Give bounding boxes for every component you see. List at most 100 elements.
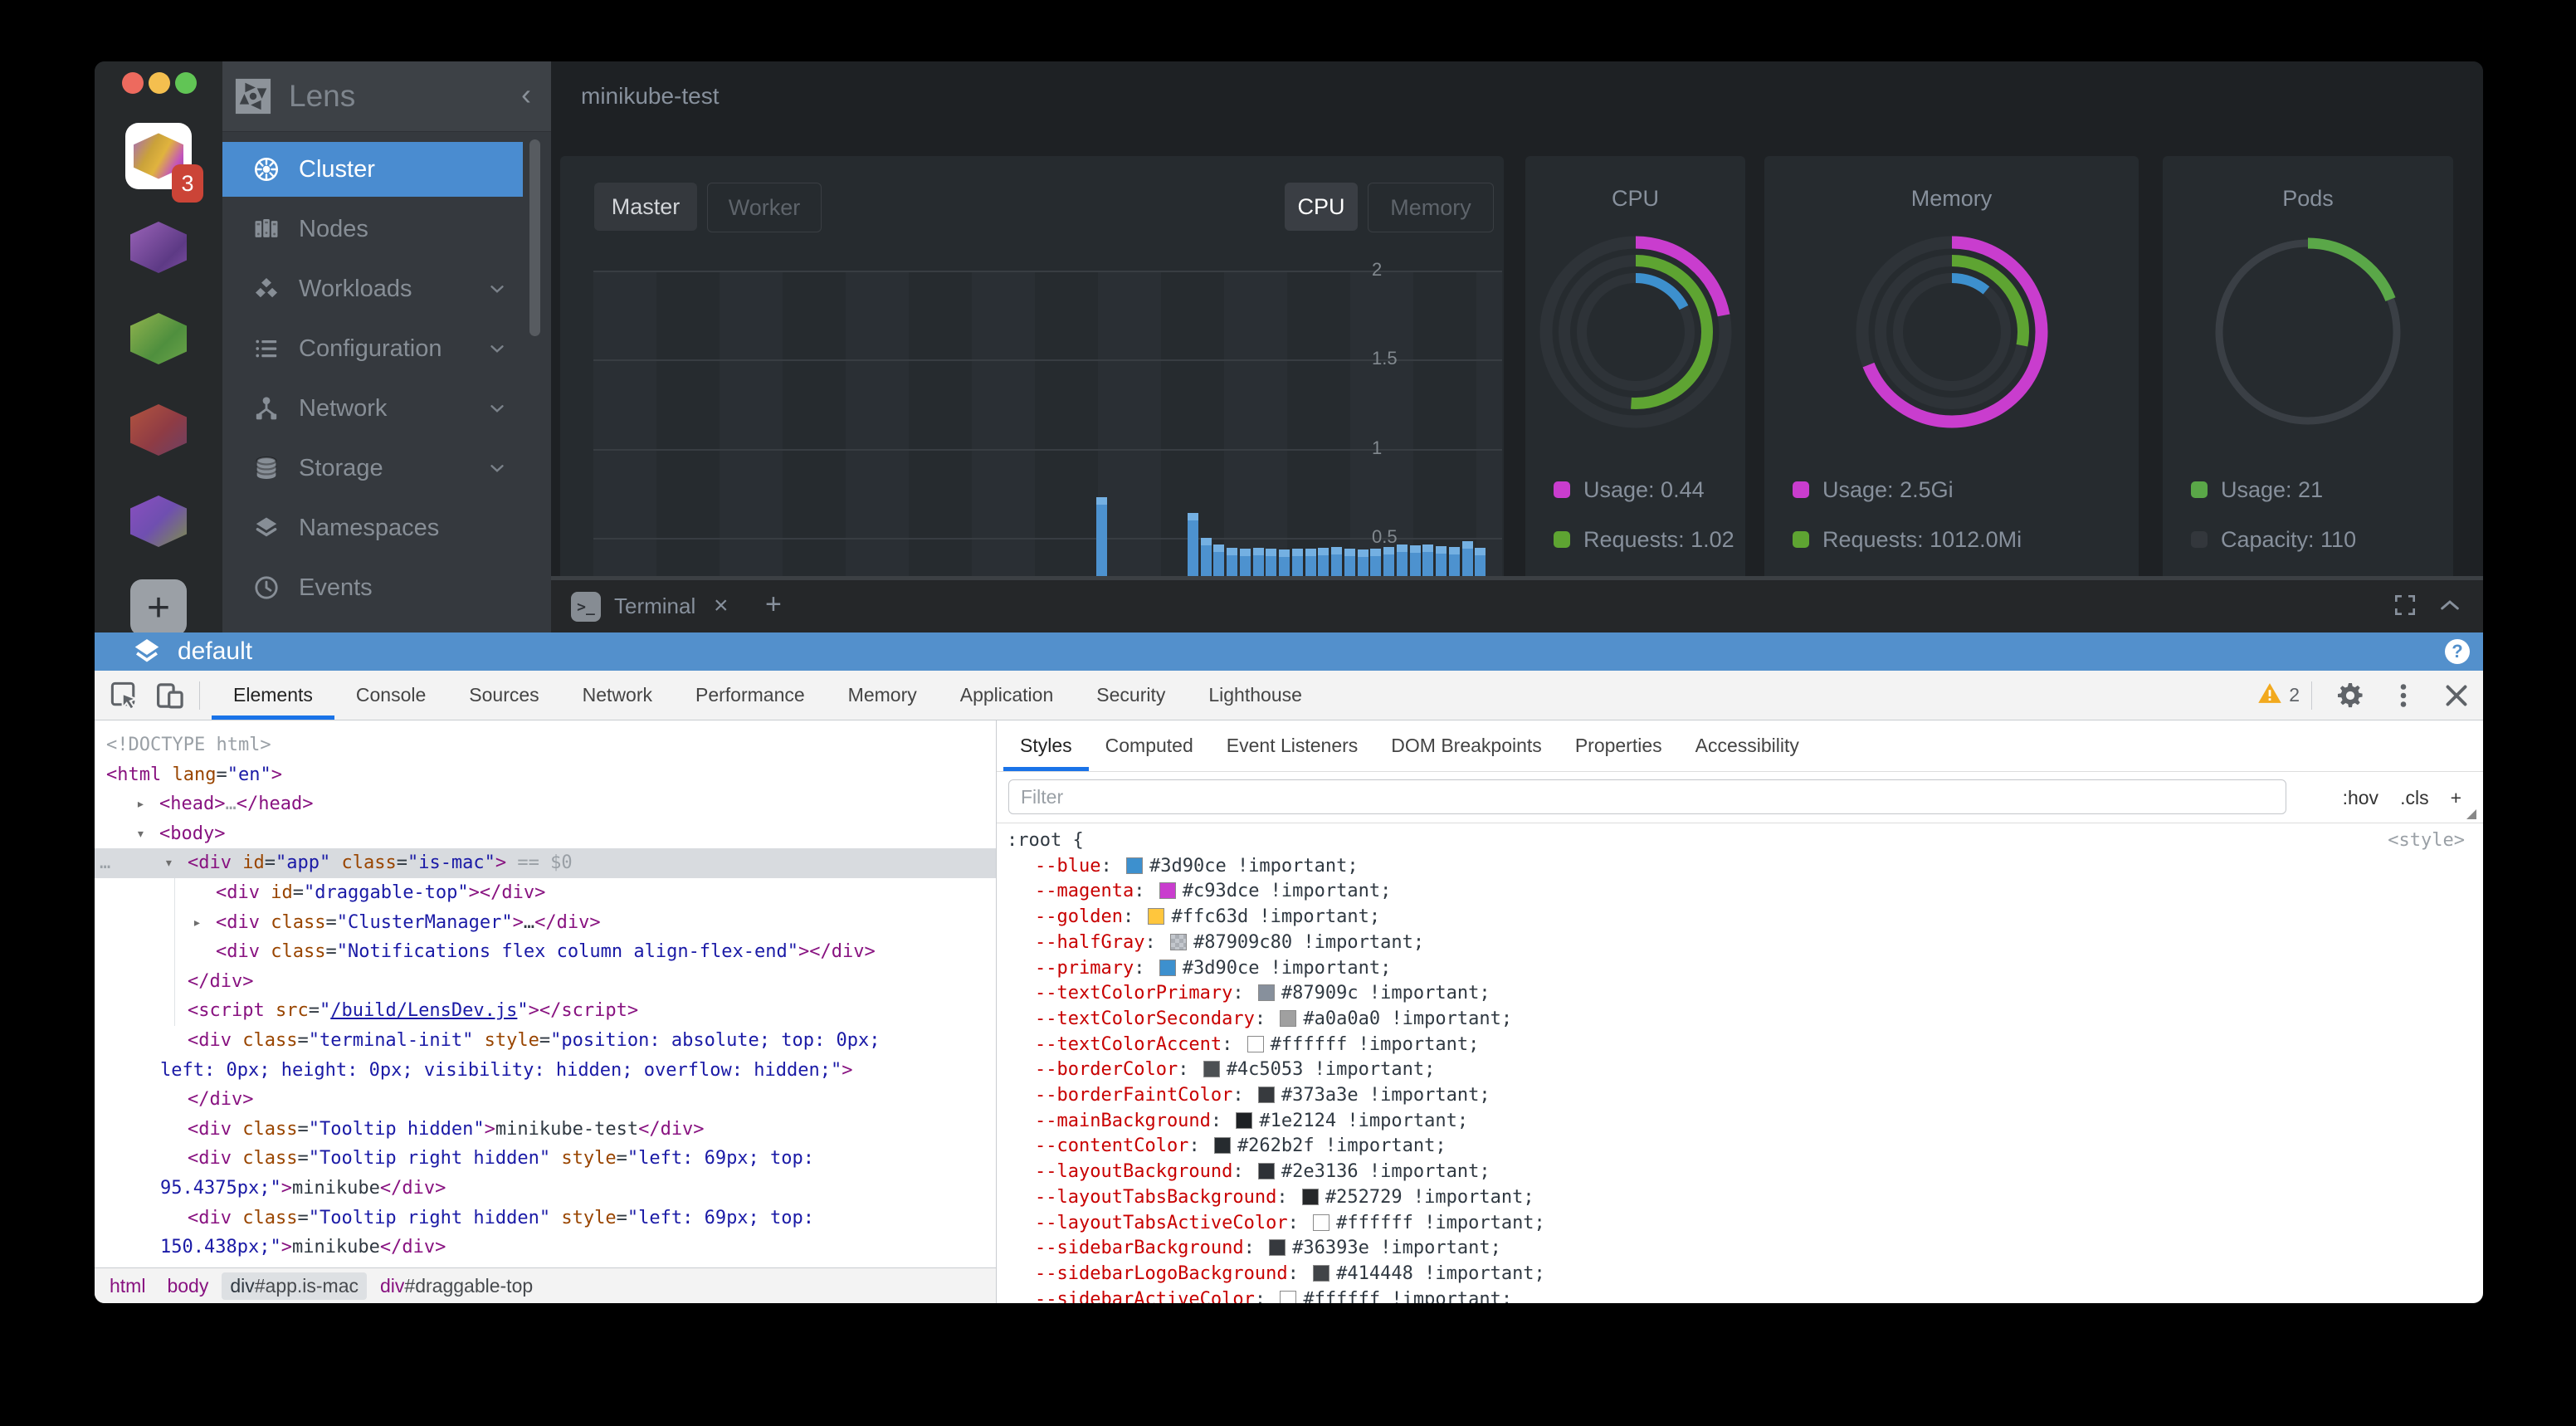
color-swatch[interactable] xyxy=(1302,1189,1319,1205)
dock-fullscreen-icon[interactable] xyxy=(2392,592,2418,618)
inspect-element-icon[interactable] xyxy=(108,679,141,712)
css-variable-row[interactable]: --layoutTabsActiveColor: #ffffff !import… xyxy=(1007,1211,2483,1237)
color-swatch[interactable] xyxy=(1214,1137,1231,1154)
devtools-tab-lighthouse[interactable]: Lighthouse xyxy=(1187,671,1324,720)
css-variable-row[interactable]: --layoutTabsBackground: #252729 !importa… xyxy=(1007,1185,2483,1211)
css-variable-row[interactable]: --textColorPrimary: #87909c !important; xyxy=(1007,981,2483,1007)
dom-tree-row[interactable]: </div> xyxy=(95,967,996,997)
color-swatch[interactable] xyxy=(1126,857,1143,874)
color-swatch[interactable] xyxy=(1280,1010,1296,1027)
chevron-down-icon[interactable] xyxy=(486,278,508,300)
traffic-light-close-button[interactable] xyxy=(122,72,144,94)
dom-tree-row[interactable]: 150.438px;">minikube</div> xyxy=(95,1233,996,1262)
more-options-icon[interactable] xyxy=(2388,681,2418,711)
css-variable-row[interactable]: --mainBackground: #1e2124 !important; xyxy=(1007,1109,2483,1135)
traffic-light-zoom-button[interactable] xyxy=(175,72,197,94)
dom-tree-row[interactable]: left: 0px; height: 0px; visibility: hidd… xyxy=(95,1056,996,1086)
css-variable-row[interactable]: --halfGray: #87909c80 !important; xyxy=(1007,930,2483,956)
expand-arrow-icon[interactable]: ▸ xyxy=(136,789,145,819)
dom-tree-row[interactable]: <script src="/build/LensDev.js"></script… xyxy=(95,996,996,1026)
sidebar-item-cluster[interactable]: Cluster xyxy=(222,142,523,197)
styles-filter-input[interactable] xyxy=(1008,779,2286,814)
add-cluster-button[interactable]: + xyxy=(130,579,187,636)
devtools-tab-network[interactable]: Network xyxy=(561,671,674,720)
css-variable-row[interactable]: --golden: #ffc63d !important; xyxy=(1007,905,2483,930)
devtools-tab-memory[interactable]: Memory xyxy=(827,671,939,720)
dom-tree-row[interactable]: <!DOCTYPE html> xyxy=(95,730,996,760)
new-style-rule-button[interactable]: + xyxy=(2451,787,2461,809)
color-swatch[interactable] xyxy=(1258,984,1275,1001)
resize-grip[interactable] xyxy=(2466,809,2476,819)
sidebar-item-namespaces[interactable]: Namespaces xyxy=(222,501,523,555)
cluster-tile-3[interactable] xyxy=(125,305,192,372)
dom-tree-row[interactable]: ▸<head>…</head> xyxy=(95,789,996,819)
sidebar-collapse-button[interactable]: ‹ xyxy=(521,61,531,128)
breadcrumb-item[interactable]: body xyxy=(159,1272,217,1300)
rule-selector[interactable]: :root { <style> xyxy=(1007,828,2483,854)
expand-arrow-icon[interactable]: ▾ xyxy=(164,848,173,878)
dom-tree-row[interactable]: <html lang="en"> xyxy=(95,760,996,790)
devtools-tab-performance[interactable]: Performance xyxy=(674,671,827,720)
css-variable-row[interactable]: --borderColor: #4c5053 !important; xyxy=(1007,1057,2483,1083)
chevron-down-icon[interactable] xyxy=(486,338,508,359)
namespace-label[interactable]: default xyxy=(178,632,252,671)
dom-tree-row[interactable]: <div class="Tooltip hidden">minikube-tes… xyxy=(95,1115,996,1145)
class-toggle[interactable]: .cls xyxy=(2400,787,2429,809)
color-swatch[interactable] xyxy=(1148,908,1164,925)
styles-subtab-styles[interactable]: Styles xyxy=(1003,720,1089,771)
color-swatch[interactable] xyxy=(1236,1112,1252,1129)
hover-state-toggle[interactable]: :hov xyxy=(2343,787,2378,809)
sidebar-item-nodes[interactable]: Nodes xyxy=(222,202,523,256)
expand-arrow-icon[interactable]: ▸ xyxy=(193,908,202,938)
color-swatch[interactable] xyxy=(1269,1239,1286,1256)
devtools-tab-application[interactable]: Application xyxy=(939,671,1076,720)
styles-subtab-properties[interactable]: Properties xyxy=(1559,720,1679,771)
dom-tree-row[interactable]: </div> xyxy=(95,1085,996,1115)
dom-tree-row[interactable]: <div class="terminal-init" style="positi… xyxy=(95,1026,996,1056)
sidebar-item-workloads[interactable]: Workloads xyxy=(222,261,523,316)
dom-tree-row[interactable]: <div class="Tooltip right hidden" style=… xyxy=(95,1144,996,1174)
device-toolbar-icon[interactable] xyxy=(154,679,188,712)
cluster-tile-4[interactable] xyxy=(125,397,192,463)
styles-subtab-event-listeners[interactable]: Event Listeners xyxy=(1210,720,1375,771)
sidebar-item-network[interactable]: Network xyxy=(222,381,523,436)
color-swatch[interactable] xyxy=(1280,1291,1296,1303)
css-variable-row[interactable]: --sidebarLogoBackground: #414448 !import… xyxy=(1007,1262,2483,1287)
cluster-tile-5[interactable] xyxy=(125,488,192,554)
dom-tree-row[interactable]: ▾<body> xyxy=(95,819,996,849)
terminal-tab[interactable]: Terminal xyxy=(614,580,695,632)
dom-tree-row[interactable]: ▸<div class="ClusterManager">…</div> xyxy=(95,908,996,938)
sidebar-item-configuration[interactable]: Configuration xyxy=(222,321,523,376)
expand-arrow-icon[interactable]: ▾ xyxy=(136,819,145,849)
color-swatch[interactable] xyxy=(1258,1087,1275,1103)
warning-counter[interactable]: 2 xyxy=(2257,681,2300,711)
styles-subtab-accessibility[interactable]: Accessibility xyxy=(1679,720,1816,771)
color-swatch[interactable] xyxy=(1258,1163,1275,1179)
devtools-tab-sources[interactable]: Sources xyxy=(447,671,560,720)
traffic-light-minimize-button[interactable] xyxy=(149,72,170,94)
cluster-tile-1[interactable]: 3 xyxy=(125,123,192,189)
css-variable-row[interactable]: --magenta: #c93dce !important; xyxy=(1007,879,2483,905)
color-swatch[interactable] xyxy=(1313,1265,1329,1282)
css-variable-row[interactable]: --sidebarActiveColor: #ffffff !important… xyxy=(1007,1287,2483,1303)
sidebar-item-events[interactable]: Events xyxy=(222,560,523,615)
css-variable-row[interactable]: --primary: #3d90ce !important; xyxy=(1007,956,2483,982)
css-variable-row[interactable]: --contentColor: #262b2f !important; xyxy=(1007,1134,2483,1160)
css-variable-row[interactable]: --borderFaintColor: #373a3e !important; xyxy=(1007,1083,2483,1109)
styles-subtab-computed[interactable]: Computed xyxy=(1089,720,1210,771)
color-swatch[interactable] xyxy=(1247,1036,1264,1052)
cluster-tile-2[interactable] xyxy=(125,214,192,281)
styles-subtab-dom-breakpoints[interactable]: DOM Breakpoints xyxy=(1374,720,1559,771)
dom-tree-row[interactable]: <div class="Tooltip right hidden" style=… xyxy=(95,1204,996,1233)
color-swatch[interactable] xyxy=(1313,1214,1329,1231)
css-variable-row[interactable]: --sidebarBackground: #36393e !important; xyxy=(1007,1236,2483,1262)
devtools-tab-console[interactable]: Console xyxy=(334,671,447,720)
color-swatch[interactable] xyxy=(1203,1061,1220,1077)
css-variable-row[interactable]: --textColorAccent: #ffffff !important; xyxy=(1007,1033,2483,1058)
settings-gear-icon[interactable] xyxy=(2335,681,2365,711)
sidebar-scrollbar[interactable] xyxy=(529,139,540,336)
dom-tree-row[interactable]: <div id="draggable-top"></div> xyxy=(95,878,996,908)
color-swatch[interactable] xyxy=(1170,934,1187,950)
dock-collapse-icon[interactable] xyxy=(2437,592,2463,618)
terminal-add-button[interactable]: + xyxy=(765,580,782,629)
